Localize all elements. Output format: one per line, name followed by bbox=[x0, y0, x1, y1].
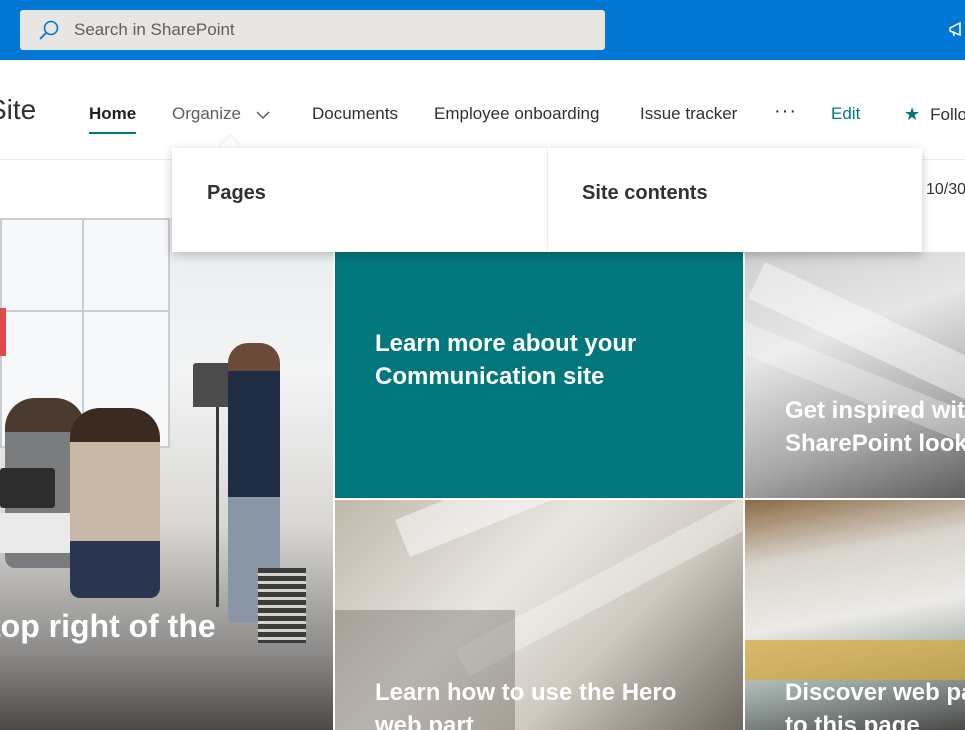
nav-item-label: Employee onboarding bbox=[434, 104, 600, 123]
person-image bbox=[70, 408, 160, 598]
organize-dropdown: Pages Site contents bbox=[172, 148, 922, 252]
books-image bbox=[258, 568, 306, 643]
hero-tile-hero-webpart[interactable]: Learn how to use the Hero web part bbox=[335, 500, 743, 730]
site-navigation: Home Organize Documents Employee onboard… bbox=[0, 60, 965, 160]
hero-tile-webparts[interactable]: Discover web pa add to this page bbox=[745, 500, 965, 730]
follow-button[interactable]: ★ Follo bbox=[904, 104, 965, 125]
hero-tile-title: Discover web pa add to this page bbox=[785, 679, 965, 730]
search-icon bbox=[39, 20, 59, 40]
follow-label: Follo bbox=[930, 105, 965, 124]
suite-bar bbox=[0, 0, 965, 60]
dropdown-column: Pages bbox=[172, 148, 548, 252]
nav-item-label: Issue tracker bbox=[640, 104, 738, 123]
dropdown-column: Site contents bbox=[548, 148, 922, 252]
nav-item-home[interactable]: Home bbox=[89, 104, 137, 134]
nav-item-label: Home bbox=[89, 104, 137, 123]
lamp-pole bbox=[216, 407, 219, 607]
hero-tile-title: Get inspired wit SharePoint look bbox=[785, 397, 965, 457]
nav-item-documents[interactable]: Documents bbox=[312, 104, 398, 124]
search-box[interactable] bbox=[20, 10, 605, 50]
nav-item-label: Organize bbox=[172, 104, 241, 123]
site-header: Site Home Organize Documents Employee on… bbox=[0, 60, 965, 160]
more-icon[interactable]: ··· bbox=[774, 100, 797, 123]
hero-tile-title: Learn more about your Communication site bbox=[375, 330, 637, 390]
hero-tile-title: Learn how to use the Hero web part bbox=[375, 679, 677, 730]
star-icon: ★ bbox=[904, 104, 921, 124]
hero-tile-main[interactable]: top right of the bbox=[0, 218, 333, 730]
date-text: 10/30 bbox=[926, 181, 965, 198]
dropdown-link-site-contents[interactable]: Site contents bbox=[582, 182, 708, 205]
nav-item-employee-onboarding[interactable]: Employee onboarding bbox=[434, 104, 599, 124]
hero-tile-inspired[interactable]: Get inspired wit SharePoint look bbox=[745, 252, 965, 498]
search-input[interactable] bbox=[74, 20, 554, 40]
decor bbox=[0, 308, 6, 356]
nav-item-label: Documents bbox=[312, 104, 398, 123]
nav-item-issue-tracker[interactable]: Issue tracker bbox=[640, 104, 737, 124]
edit-link[interactable]: Edit bbox=[831, 104, 860, 124]
decor bbox=[745, 640, 965, 680]
nav-item-organize[interactable]: Organize bbox=[172, 104, 270, 124]
hero-tile-communication[interactable]: Learn more about your Communication site bbox=[335, 252, 743, 498]
megaphone-icon[interactable] bbox=[948, 20, 965, 40]
laptop-image bbox=[0, 468, 55, 508]
chevron-down-icon bbox=[256, 110, 270, 119]
dropdown-link-pages[interactable]: Pages bbox=[207, 182, 266, 205]
hero-tile-title: top right of the bbox=[0, 608, 216, 644]
desk-image bbox=[0, 513, 70, 553]
